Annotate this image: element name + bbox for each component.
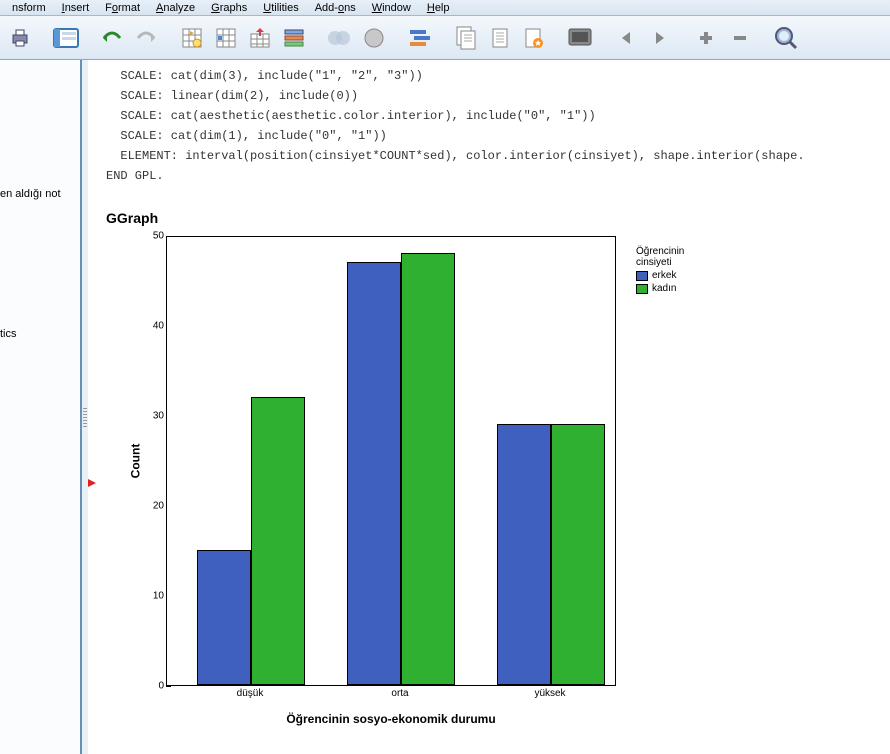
goto-variable-button[interactable] xyxy=(210,22,242,54)
splitter[interactable] xyxy=(82,60,88,754)
select-button[interactable] xyxy=(324,22,356,54)
goto-data-button[interactable] xyxy=(176,22,208,54)
zoom-out-button[interactable] xyxy=(724,22,756,54)
y-tick-5: 50 xyxy=(140,231,164,242)
y-tick-2: 20 xyxy=(140,501,164,512)
code-line-4: SCALE: cat(dim(1), include("0", "1")) xyxy=(106,129,387,143)
doc2-button[interactable] xyxy=(484,22,516,54)
menubar: nsform Insert Format Analyze Graphs Util… xyxy=(0,0,890,16)
x-tick-2: yüksek xyxy=(534,688,565,699)
insert-cases-button[interactable] xyxy=(244,22,276,54)
menu-utilities[interactable]: Utilities xyxy=(255,2,306,14)
bar-dusuk-kadin xyxy=(251,397,305,685)
menu-help[interactable]: Help xyxy=(419,2,458,14)
legend-item-erkek: erkek xyxy=(636,270,684,281)
code-line-5: ELEMENT: interval(position(cinsiyet*COUN… xyxy=(106,149,805,163)
menu-window[interactable]: Window xyxy=(364,2,419,14)
menu-addons[interactable]: Add-ons xyxy=(307,2,364,14)
outline-item-2[interactable]: tics xyxy=(0,328,17,340)
bar-yuksek-erkek xyxy=(497,424,551,685)
menu-insert-rest: nsert xyxy=(65,2,89,14)
graph-heading: GGraph xyxy=(106,210,890,226)
code-line-3: SCALE: cat(aesthetic(aesthetic.color.int… xyxy=(106,109,596,123)
print-button[interactable] xyxy=(4,22,36,54)
preview-button[interactable] xyxy=(50,22,82,54)
outline-pane[interactable]: en aldığı not tics xyxy=(0,60,82,754)
undo-button[interactable] xyxy=(96,22,128,54)
bar-yuksek-kadin xyxy=(551,424,605,685)
weight-button[interactable] xyxy=(358,22,390,54)
code-line-1: SCALE: cat(dim(3), include("1", "2", "3"… xyxy=(106,69,423,83)
x-tick-0: düşük xyxy=(237,688,264,699)
menu-insert[interactable]: Insert xyxy=(54,2,98,14)
zoom-in-button[interactable] xyxy=(690,22,722,54)
doc1-button[interactable] xyxy=(450,22,482,54)
doc-star-button[interactable] xyxy=(518,22,550,54)
outline-item-1[interactable]: en aldığı not xyxy=(0,188,61,200)
menu-graphs[interactable]: Graphs xyxy=(203,2,255,14)
output-viewer: SCALE: cat(dim(3), include("1", "2", "3"… xyxy=(82,60,890,754)
split-button[interactable] xyxy=(404,22,436,54)
variables-button[interactable] xyxy=(278,22,310,54)
y-axis-ticks: 0 10 20 30 40 50 xyxy=(140,236,164,686)
legend-swatch-blue xyxy=(636,271,648,281)
screen-button[interactable] xyxy=(564,22,596,54)
chart[interactable]: Count 0 10 20 30 40 50 xyxy=(106,236,866,736)
bar-dusuk-erkek xyxy=(197,550,251,685)
bar-orta-kadin xyxy=(401,253,455,685)
x-axis-label: Öğrencinin sosyo-ekonomik durumu xyxy=(166,712,616,726)
legend-swatch-green xyxy=(636,284,648,294)
legend-item-kadin: kadın xyxy=(636,283,684,294)
forward-button[interactable] xyxy=(644,22,676,54)
y-tick-1: 10 xyxy=(140,591,164,602)
redo-button[interactable] xyxy=(130,22,162,54)
search-button[interactable] xyxy=(770,22,802,54)
legend-label-erkek: erkek xyxy=(652,270,676,281)
legend: Öğrencinincinsiyeti erkek kadın xyxy=(636,246,684,294)
y-tick-0: 0 xyxy=(140,681,164,692)
menu-analyze[interactable]: Analyze xyxy=(148,2,203,14)
legend-title: Öğrencinincinsiyeti xyxy=(636,246,684,268)
bar-orta-erkek xyxy=(347,262,401,685)
x-tick-1: orta xyxy=(391,688,408,699)
y-tick-3: 30 xyxy=(140,411,164,422)
gpl-syntax-block: SCALE: cat(dim(3), include("1", "2", "3"… xyxy=(106,66,890,186)
code-line-2: SCALE: linear(dim(2), include(0)) xyxy=(106,89,358,103)
menu-format[interactable]: Format xyxy=(97,2,148,14)
y-tick-4: 40 xyxy=(140,321,164,332)
code-line-6: END GPL. xyxy=(106,169,164,183)
menu-transform[interactable]: nsform xyxy=(4,2,54,14)
plot-area xyxy=(166,236,616,686)
back-button[interactable] xyxy=(610,22,642,54)
toolbar xyxy=(0,16,890,60)
legend-label-kadin: kadın xyxy=(652,283,676,294)
